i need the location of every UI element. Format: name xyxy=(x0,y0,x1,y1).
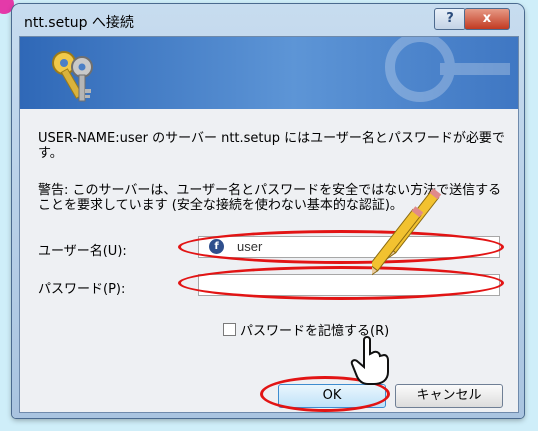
cancel-button[interactable]: キャンセル xyxy=(395,384,503,408)
red-ellipse-annotation xyxy=(260,376,390,412)
keys-watermark-icon xyxy=(385,37,510,102)
close-button[interactable]: x xyxy=(464,8,510,30)
remember-password-checkbox[interactable]: パスワードを記憶する(R) xyxy=(223,320,389,339)
security-warning: 警告: このサーバーは、ユーザー名とパスワードを安全ではない方法で送信することを… xyxy=(38,183,502,213)
username-label: ユーザー名(U): xyxy=(38,244,127,259)
connection-message: USER-NAME:user のサーバー ntt.setup にはユーザー名とパ… xyxy=(38,131,505,161)
remember-password-label: パスワードを記憶する(R) xyxy=(240,324,390,339)
header-banner xyxy=(20,37,518,109)
dialog-title: ntt.setup へ接続 xyxy=(24,15,134,31)
checkbox-box[interactable] xyxy=(223,323,236,336)
login-dialog: ntt.setup へ接続 ? x USER-NAME:user のサーバー n… xyxy=(12,4,524,418)
title-bar[interactable]: ntt.setup へ接続 ? x xyxy=(12,4,524,36)
red-ellipse-annotation xyxy=(178,230,504,264)
keys-icon xyxy=(52,51,93,102)
help-button[interactable]: ? xyxy=(434,8,466,30)
password-label: パスワード(P): xyxy=(38,282,126,297)
red-ellipse-annotation xyxy=(178,266,504,300)
dialog-body: USER-NAME:user のサーバー ntt.setup にはユーザー名とパ… xyxy=(19,36,519,413)
